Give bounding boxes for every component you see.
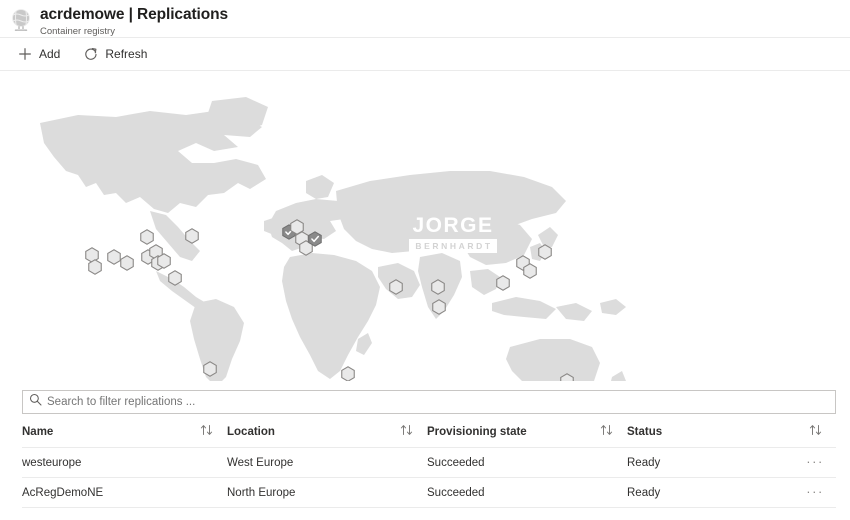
table-row[interactable]: westeurope West Europe Succeeded Ready ··· (22, 447, 836, 478)
row-context-menu-button[interactable]: ··· (806, 485, 824, 498)
sort-toggle-location[interactable] (400, 424, 413, 439)
column-header-name-label: Name (22, 425, 54, 438)
replications-table: Name Location Provisioning state Status … (0, 414, 850, 508)
cell-status: Ready ··· (627, 447, 836, 478)
map-marker[interactable] (203, 361, 217, 377)
map-marker[interactable] (341, 366, 355, 381)
map-marker[interactable] (88, 259, 102, 275)
search-icon (29, 393, 47, 411)
column-header-provisioning-state-label: Provisioning state (427, 425, 527, 438)
column-header-status[interactable]: Status (627, 414, 836, 448)
map-marker-active[interactable] (308, 231, 322, 247)
table-header-row: Name Location Provisioning state Status (22, 414, 836, 448)
map-marker[interactable] (107, 249, 121, 265)
map-location-markers[interactable] (0, 71, 850, 381)
cell-provisioning-state: Succeeded (427, 447, 627, 478)
map-marker[interactable] (523, 263, 537, 279)
column-header-location-label: Location (227, 425, 275, 438)
cell-status: Ready ··· (627, 477, 836, 508)
column-header-status-label: Status (627, 425, 663, 438)
page-subtitle: Container registry (40, 26, 115, 37)
refresh-button-label: Refresh (105, 47, 148, 61)
refresh-icon (84, 47, 98, 61)
command-bar: Add Refresh (0, 38, 850, 71)
column-header-provisioning-state[interactable]: Provisioning state (427, 414, 627, 448)
cell-location: North Europe (227, 477, 427, 508)
map-marker[interactable] (538, 244, 552, 260)
cell-status-text: Ready (627, 487, 661, 499)
map-marker[interactable] (185, 228, 199, 244)
row-context-menu-button[interactable]: ··· (806, 455, 824, 468)
map-marker[interactable] (140, 229, 154, 245)
cell-name: westeurope (22, 447, 227, 478)
cell-location: West Europe (227, 447, 427, 478)
refresh-button[interactable]: Refresh (82, 44, 149, 64)
page-title: acrdemowe | Replications (40, 6, 228, 23)
search-box[interactable] (22, 390, 836, 414)
column-header-location[interactable]: Location (227, 414, 427, 448)
map-marker[interactable] (431, 279, 445, 295)
map-marker[interactable] (120, 255, 134, 271)
container-registry-globe-icon (8, 7, 34, 33)
map-marker[interactable] (157, 253, 171, 269)
map-marker[interactable] (389, 279, 403, 295)
replications-map[interactable]: JORGE BERNHARDT (0, 71, 850, 381)
map-marker[interactable] (496, 275, 510, 291)
column-header-name[interactable]: Name (22, 414, 227, 448)
cell-provisioning-state: Succeeded (427, 477, 627, 508)
plus-icon (18, 47, 32, 61)
sort-toggle-name[interactable] (200, 424, 213, 439)
map-marker[interactable] (432, 299, 446, 315)
table-row[interactable]: AcRegDemoNE North Europe Succeeded Ready ··· (22, 477, 836, 508)
sort-toggle-provisioning-state[interactable] (600, 424, 613, 439)
cell-name: AcRegDemoNE (22, 477, 227, 508)
add-button-label: Add (39, 47, 61, 61)
add-button[interactable]: Add (16, 44, 62, 64)
page-header: acrdemowe | Replications Container regis… (0, 0, 850, 38)
cell-status-text: Ready (627, 457, 661, 469)
map-marker[interactable] (560, 373, 574, 381)
map-marker[interactable] (168, 270, 182, 286)
search-zone (0, 381, 850, 414)
sort-toggle-status[interactable] (809, 424, 822, 439)
search-input[interactable] (47, 396, 829, 408)
